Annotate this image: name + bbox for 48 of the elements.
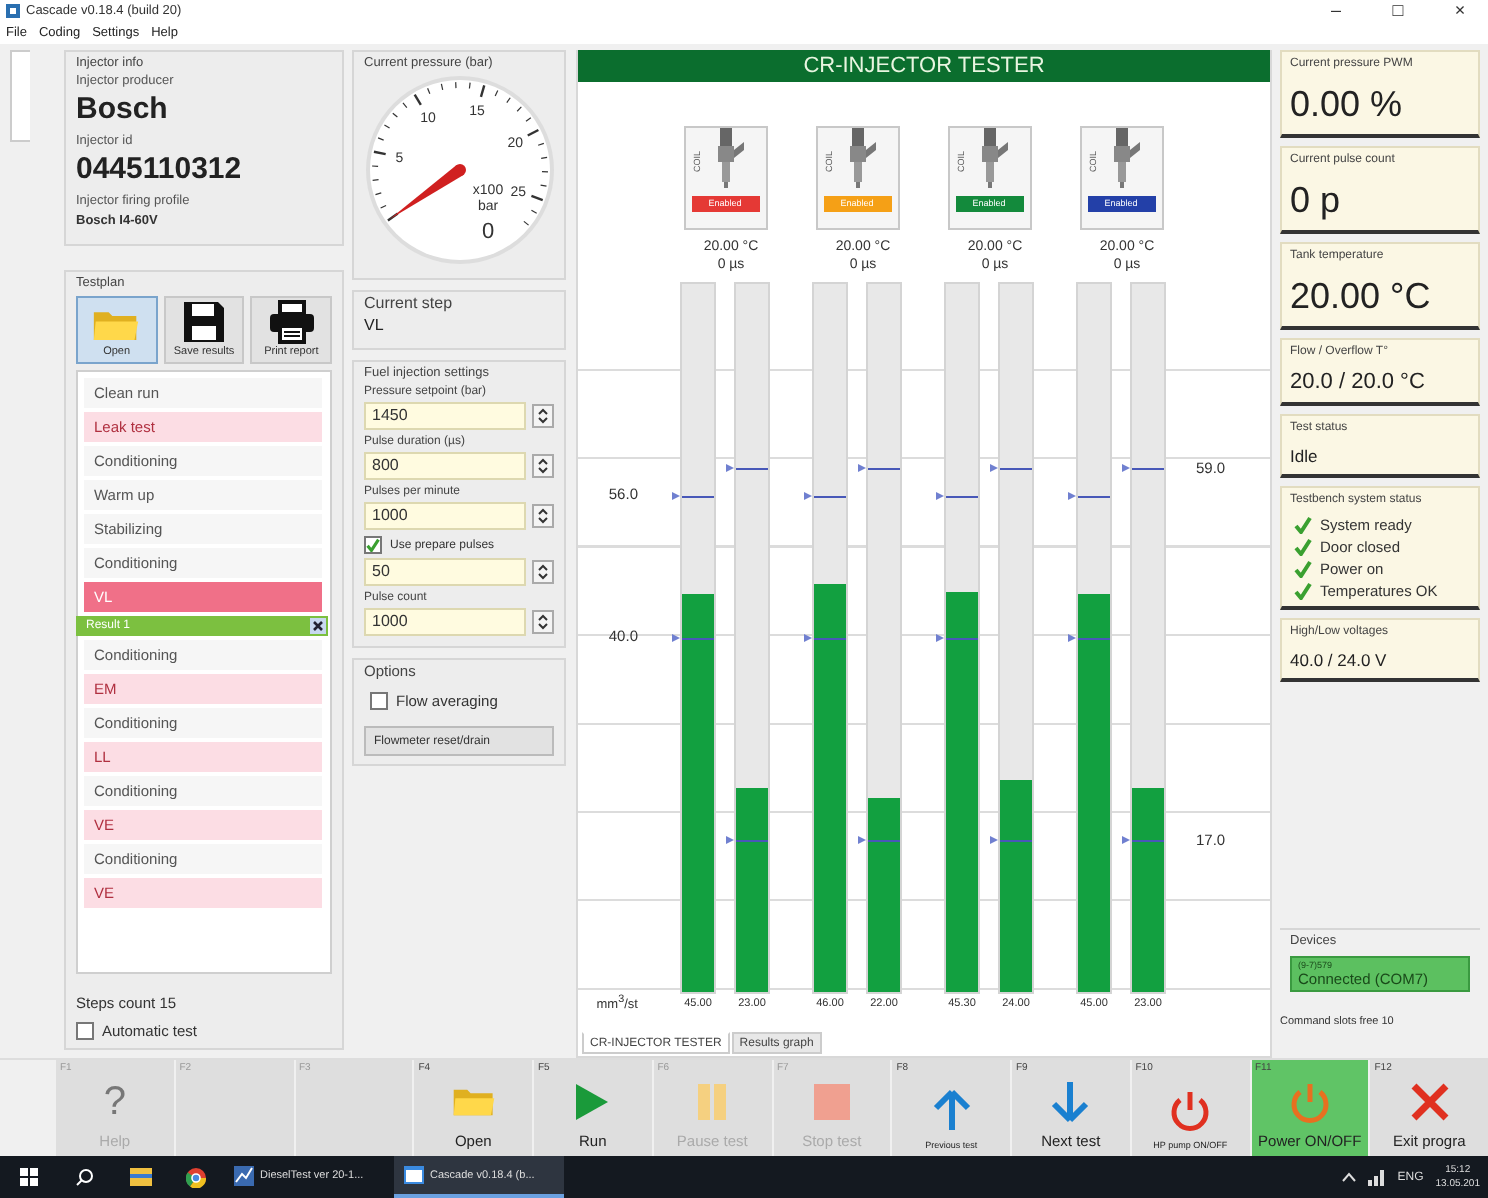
checkbox[interactable] <box>370 692 388 710</box>
up-arrow-icon <box>931 1088 972 1132</box>
network-icon[interactable] <box>1367 1169 1386 1185</box>
group-title: Current step <box>364 294 455 312</box>
spinner-icon[interactable] <box>532 404 554 428</box>
card-value: 20.00 °C <box>1290 274 1433 320</box>
minimize-button[interactable]: – <box>1308 0 1364 22</box>
close-button[interactable]: × <box>1432 0 1488 22</box>
power-icon <box>1170 1089 1211 1131</box>
folder-icon[interactable] <box>129 1168 151 1186</box>
play-icon <box>574 1082 611 1122</box>
maximize-button[interactable]: □ <box>1370 0 1426 22</box>
number-field[interactable]: 1450 <box>364 402 526 430</box>
spinner-icon[interactable] <box>532 454 554 478</box>
spinner-icon[interactable] <box>532 504 554 528</box>
printer-icon <box>267 300 316 344</box>
question-mark-icon: ? <box>103 1080 126 1124</box>
gauge-reading: 0 <box>480 220 494 244</box>
number-field[interactable]: 1000 <box>364 608 526 636</box>
stop-icon <box>813 1082 850 1122</box>
browser-icon[interactable] <box>186 1167 206 1187</box>
checkbox[interactable] <box>76 1022 94 1040</box>
spinner-icon[interactable] <box>532 560 554 584</box>
card-value: 0 p <box>1290 178 1343 224</box>
pause-icon <box>694 1082 731 1122</box>
card-value: 0.00 % <box>1290 82 1405 128</box>
close-icon <box>1409 1082 1450 1122</box>
card-value: Idle <box>1290 444 1320 470</box>
number-field[interactable]: 800 <box>364 452 526 480</box>
down-arrow-icon <box>1050 1080 1091 1124</box>
injector-value: 0445110312 <box>76 152 244 188</box>
search-icon[interactable] <box>75 1168 93 1186</box>
chart-app-icon <box>234 1165 254 1185</box>
current-step-value: VL <box>364 316 386 334</box>
tester-title: CR-INJECTOR TESTER <box>578 50 1270 82</box>
window-app-icon <box>404 1166 424 1184</box>
spinner-icon[interactable] <box>532 610 554 634</box>
windows-start-icon[interactable] <box>19 1168 37 1186</box>
number-field[interactable]: 1000 <box>364 502 526 530</box>
injector-value: Bosch <box>76 92 170 128</box>
close-icon[interactable] <box>310 618 326 634</box>
folder-icon <box>451 1084 496 1120</box>
power-icon <box>1289 1081 1330 1123</box>
caret-icon[interactable] <box>1341 1172 1356 1182</box>
checkbox[interactable] <box>364 536 382 554</box>
card-value: 40.0 / 24.0 V <box>1290 648 1389 674</box>
card-value: 20.0 / 20.0 °C <box>1290 368 1427 398</box>
number-field[interactable]: 50 <box>364 558 526 586</box>
